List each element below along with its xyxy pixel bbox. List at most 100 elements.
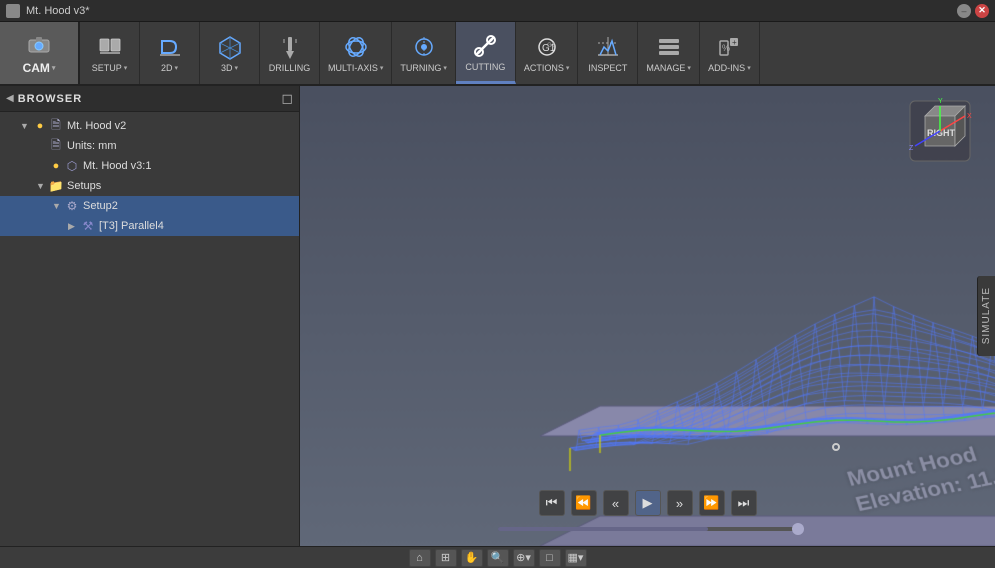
fwd-end-button[interactable]: ⏭ xyxy=(731,490,757,516)
browser-pin-button[interactable]: ◻ xyxy=(281,90,293,107)
zoom-button[interactable]: 🔍 xyxy=(487,549,509,567)
setup-button[interactable]: SETUP ▾ xyxy=(80,22,140,84)
viewport[interactable]: RIGHT X Y Z SIMULATE ⏮ ⏪ « ▶ » ⏩ ⏭ xyxy=(300,86,995,546)
tree-label-units: Units: mm xyxy=(64,140,117,152)
seek-thumb[interactable] xyxy=(792,523,804,535)
rewind-start-button[interactable]: ⏮ xyxy=(539,490,565,516)
toolbar: CAM ▾ SETUP ▾ xyxy=(0,22,995,86)
home-view-button[interactable]: ⌂ xyxy=(409,549,431,567)
tree-label-root: Mt. Hood v2 xyxy=(64,120,126,132)
fast-fwd-button[interactable]: ⏩ xyxy=(699,490,725,516)
turning-icon xyxy=(410,33,438,61)
multiaxis-button[interactable]: MULTI-AXIS▾ xyxy=(320,22,392,84)
cam-label: CAM ▾ xyxy=(23,61,56,75)
3d-label: 3D▾ xyxy=(221,63,238,73)
tree-label-setups: Setups xyxy=(64,180,101,192)
actions-button[interactable]: G1 G3 ACTIONS▾ xyxy=(516,22,579,84)
folder-icon-setups: 📁 xyxy=(48,178,64,194)
3d-button[interactable]: 3D▾ xyxy=(200,22,260,84)
2d-label: 2D▾ xyxy=(161,63,178,73)
visibility-icon-hood3[interactable]: ● xyxy=(48,158,64,174)
svg-text:G3: G3 xyxy=(547,43,556,49)
tool-icon-parallel4: ⚒ xyxy=(80,218,96,234)
2d-button[interactable]: 2D▾ xyxy=(140,22,200,84)
step-back-button[interactable]: « xyxy=(603,490,629,516)
svg-text:%: % xyxy=(722,43,730,53)
zoom-dropdown-button[interactable]: ⊕▾ xyxy=(513,549,535,567)
addins-label: ADD-INS▾ xyxy=(708,63,751,73)
tree-label-parallel4: [T3] Parallel4 xyxy=(96,220,164,232)
play-button[interactable]: ▶ xyxy=(635,490,661,516)
inspect-button[interactable]: INSPECT xyxy=(578,22,638,84)
doc-icon-root: 🗎 xyxy=(48,118,64,134)
sidebar: ◀ BROWSER ◻ ▼ ● 🗎 Mt. Hood v2 🗎 Units: m… xyxy=(0,86,300,546)
2d-icon xyxy=(156,33,184,61)
playback-controls: ⏮ ⏪ « ▶ » ⏩ ⏭ xyxy=(539,490,757,516)
turning-label: TURNING▾ xyxy=(400,63,447,73)
tree-label-hood3: Mt. Hood v3:1 xyxy=(80,160,151,172)
cutting-icon xyxy=(471,32,499,60)
tree-item-hood3[interactable]: ● ⬡ Mt. Hood v3:1 xyxy=(0,156,299,176)
turning-button[interactable]: TURNING▾ xyxy=(392,22,456,84)
drilling-button[interactable]: DRILLING xyxy=(260,22,320,84)
close-button[interactable]: ✕ xyxy=(975,4,989,18)
pan-button[interactable]: ✋ xyxy=(461,549,483,567)
actions-icon: G1 G3 xyxy=(533,33,561,61)
svg-text:X: X xyxy=(967,113,972,120)
cam-menu-button[interactable]: CAM ▾ xyxy=(0,22,80,84)
cutting-button[interactable]: CUTTING xyxy=(456,22,516,84)
minimize-button[interactable]: – xyxy=(957,4,971,18)
multiaxis-label: MULTI-AXIS▾ xyxy=(328,63,383,73)
tree-item-root[interactable]: ▼ ● 🗎 Mt. Hood v2 xyxy=(0,116,299,136)
window-title: Mt. Hood v3* xyxy=(26,5,951,17)
doc-icon-units: 🗎 xyxy=(48,138,64,154)
3d-canvas[interactable] xyxy=(300,86,995,546)
step-fwd-button[interactable]: » xyxy=(667,490,693,516)
main-content: ◀ BROWSER ◻ ▼ ● 🗎 Mt. Hood v2 🗎 Units: m… xyxy=(0,86,995,546)
tree-item-units[interactable]: 🗎 Units: mm xyxy=(0,136,299,156)
file-tree: ▼ ● 🗎 Mt. Hood v2 🗎 Units: mm ● ⬡ xyxy=(0,112,299,546)
inspect-label: INSPECT xyxy=(588,63,627,73)
manage-button[interactable]: MANAGE▾ xyxy=(638,22,700,84)
setup-label: SETUP ▾ xyxy=(92,63,128,73)
display-mode-button[interactable]: □ xyxy=(539,549,561,567)
grid-button[interactable]: ⊞ xyxy=(435,549,457,567)
visibility-icon-root[interactable]: ● xyxy=(32,118,48,134)
simulate-label: SIMULATE xyxy=(981,287,992,344)
multiaxis-icon xyxy=(342,33,370,61)
svg-text:Y: Y xyxy=(938,98,943,105)
cutting-label: CUTTING xyxy=(465,62,505,72)
tree-item-setups[interactable]: ▼ 📁 Setups xyxy=(0,176,299,196)
cube-icon-hood3: ⬡ xyxy=(64,158,80,174)
grid-display-button[interactable]: ▦▾ xyxy=(565,549,587,567)
seek-fill xyxy=(498,527,708,531)
tree-item-setup2[interactable]: ▼ ⚙ Setup2 xyxy=(0,196,299,216)
manage-icon xyxy=(655,33,683,61)
tree-item-parallel4[interactable]: ▶ ⚒ [T3] Parallel4 xyxy=(0,216,299,236)
addins-button[interactable]: % + ADD-INS▾ xyxy=(700,22,760,84)
browser-collapse-arrow[interactable]: ◀ xyxy=(6,93,14,104)
view-gizmo[interactable]: RIGHT X Y Z xyxy=(905,96,975,166)
app-icon xyxy=(6,4,20,18)
browser-header: ◀ BROWSER ◻ xyxy=(0,86,299,112)
browser-title: BROWSER xyxy=(18,93,278,105)
manage-label: MANAGE▾ xyxy=(646,63,691,73)
inspect-icon xyxy=(594,33,622,61)
window-controls: – ✕ xyxy=(957,4,989,18)
tree-label-setup2: Setup2 xyxy=(80,200,118,212)
addins-icon: % + xyxy=(715,33,743,61)
svg-text:+: + xyxy=(732,38,737,47)
drilling-icon xyxy=(276,33,304,61)
title-bar: Mt. Hood v3* – ✕ xyxy=(0,0,995,22)
3d-icon xyxy=(216,33,244,61)
bottom-toolbar: ⌂ ⊞ ✋ 🔍 ⊕▾ □ ▦▾ xyxy=(0,546,995,568)
cam-icon xyxy=(25,31,53,59)
prev-frame-button[interactable]: ⏪ xyxy=(571,490,597,516)
simulate-panel-tab[interactable]: SIMULATE xyxy=(977,276,995,356)
actions-label: ACTIONS▾ xyxy=(524,63,570,73)
setup-icon xyxy=(96,33,124,61)
gear-icon-setup2: ⚙ xyxy=(64,198,80,214)
drilling-label: DRILLING xyxy=(269,63,311,73)
seek-bar[interactable] xyxy=(498,527,798,531)
seek-track[interactable] xyxy=(498,527,798,531)
